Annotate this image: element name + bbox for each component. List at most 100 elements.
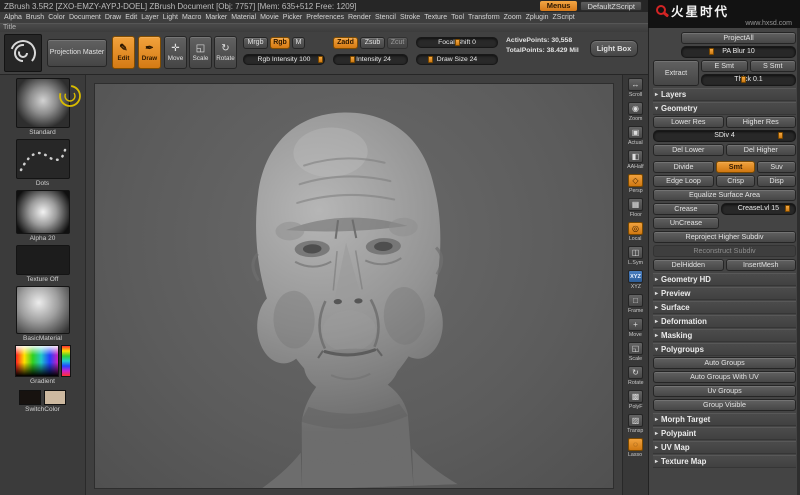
- slider-notch[interactable]: [709, 48, 715, 55]
- section-header[interactable]: ▸ Deformation: [653, 315, 796, 328]
- right-shelf-item[interactable]: ▨ Transp: [624, 414, 648, 438]
- smt-toggle[interactable]: Smt: [716, 161, 756, 173]
- right-shelf-item[interactable]: XYZ XYZ: [624, 270, 648, 294]
- hue-strip[interactable]: [60, 345, 71, 377]
- right-shelf-item[interactable]: ↻ Rotate: [624, 366, 648, 390]
- menu-item[interactable]: Layer: [139, 14, 161, 21]
- del-hidden-button[interactable]: DelHidden: [653, 259, 724, 271]
- s-smt-button[interactable]: S Smt: [749, 60, 796, 72]
- color-picker[interactable]: [14, 345, 71, 377]
- texture-picker[interactable]: [15, 245, 70, 275]
- project-all-button[interactable]: ProjectAll: [681, 32, 796, 44]
- stroke-picker[interactable]: [15, 139, 70, 179]
- right-shelf-item[interactable]: ▦ Floor: [624, 198, 648, 222]
- menu-item[interactable]: Transform: [466, 14, 502, 21]
- scale-button[interactable]: ◱ Scale: [189, 36, 212, 69]
- right-shelf-item[interactable]: ↔ Scroll: [624, 78, 648, 102]
- zsub-button[interactable]: Zsub: [360, 37, 385, 49]
- section-layers[interactable]: ▸ Layers: [653, 88, 796, 101]
- equalize-surface-area-button[interactable]: Equalize Surface Area: [653, 189, 796, 201]
- material-picker[interactable]: [15, 286, 70, 334]
- polygroup-button[interactable]: Auto Groups With UV: [653, 371, 796, 383]
- section-header[interactable]: ▸ Geometry HD: [653, 273, 796, 286]
- divide-button[interactable]: Divide: [653, 161, 715, 173]
- menu-item[interactable]: Alpha: [2, 14, 24, 21]
- right-shelf-item[interactable]: □ Frame: [624, 294, 648, 318]
- m-button[interactable]: M: [292, 37, 305, 49]
- right-shelf-item[interactable]: + Move: [624, 318, 648, 342]
- slider-notch[interactable]: [741, 76, 747, 83]
- sculpted-head[interactable]: [186, 91, 509, 489]
- menu-item[interactable]: Movie: [258, 14, 281, 21]
- right-shelf-item[interactable]: ◎ Local: [624, 222, 648, 246]
- menu-item[interactable]: Texture: [422, 14, 449, 21]
- menu-item[interactable]: Marker: [203, 14, 229, 21]
- zcut-button[interactable]: Zcut: [387, 37, 408, 49]
- extract-button[interactable]: Extract: [653, 60, 699, 86]
- menu-item[interactable]: Stencil: [373, 14, 398, 21]
- del-higher-button[interactable]: Del Higher: [725, 144, 796, 156]
- z-intensity-slider[interactable]: Z Intensity 24: [333, 54, 408, 65]
- suv-toggle[interactable]: Suv: [757, 161, 796, 173]
- move-button[interactable]: ✛ Move: [164, 36, 187, 69]
- projection-master-button[interactable]: Projection Master: [47, 39, 107, 67]
- crease-lvl-slider[interactable]: CreaseLvl 15: [720, 203, 796, 215]
- polygroup-button[interactable]: Auto Groups: [653, 357, 796, 369]
- slider-notch[interactable]: [317, 56, 323, 63]
- menu-item[interactable]: Light: [161, 14, 180, 21]
- document-canvas[interactable]: [94, 83, 614, 489]
- section-header[interactable]: ▸ Polypaint: [653, 427, 796, 440]
- menu-item[interactable]: Zoom: [502, 14, 524, 21]
- slider-notch[interactable]: [455, 39, 461, 46]
- menu-item[interactable]: Tool: [449, 14, 466, 21]
- switch-color-label[interactable]: SwitchColor: [25, 406, 60, 414]
- higher-res-button[interactable]: Higher Res: [725, 116, 796, 128]
- menu-item[interactable]: Draw: [103, 14, 123, 21]
- right-shelf-item[interactable]: ▩ PolyF: [624, 390, 648, 414]
- disp-toggle[interactable]: Disp: [757, 175, 796, 187]
- alpha-picker[interactable]: [15, 190, 70, 234]
- thick-slider[interactable]: Thick 0.1: [701, 74, 796, 86]
- slider-notch[interactable]: [778, 132, 784, 139]
- pa-blur-slider[interactable]: PA Blur 10: [681, 46, 796, 58]
- section-geometry[interactable]: ▾ Geometry: [653, 102, 796, 115]
- e-smt-button[interactable]: E Smt: [701, 60, 748, 72]
- del-lower-button[interactable]: Del Lower: [653, 144, 724, 156]
- right-shelf-item[interactable]: ▣ Actual: [624, 126, 648, 150]
- slider-notch[interactable]: [785, 205, 791, 212]
- section-header[interactable]: ▸ Masking: [653, 329, 796, 342]
- focal-shift-slider[interactable]: Focal Shift 0: [416, 37, 498, 48]
- draw-button[interactable]: ✒ Draw: [138, 36, 161, 69]
- reconstruct-subdiv-button[interactable]: Reconstruct Subdiv: [653, 245, 796, 257]
- right-shelf-item[interactable]: ◱ Scale: [624, 342, 648, 366]
- lower-res-button[interactable]: Lower Res: [653, 116, 724, 128]
- edit-button[interactable]: ✎ Edit: [112, 36, 135, 69]
- menu-item[interactable]: Macro: [180, 14, 203, 21]
- menu-item[interactable]: Color: [46, 14, 67, 21]
- right-shelf-item[interactable]: ◫ L.Sym: [624, 246, 648, 270]
- mrgb-button[interactable]: Mrgb: [243, 37, 268, 49]
- section-header[interactable]: ▸ Morph Target: [653, 413, 796, 426]
- menu-item[interactable]: Brush: [24, 14, 46, 21]
- menu-item[interactable]: ZScript: [551, 14, 577, 21]
- polygroup-button[interactable]: Group Visible: [653, 399, 796, 411]
- menus-button[interactable]: Menus: [539, 1, 578, 11]
- default-zscript-button[interactable]: DefaultZScript: [580, 1, 642, 11]
- section-header[interactable]: ▸ Texture Map: [653, 455, 796, 468]
- menu-item[interactable]: Stroke: [398, 14, 422, 21]
- crease-button[interactable]: Crease: [653, 203, 719, 215]
- secondary-color-swatch[interactable]: [44, 390, 66, 405]
- menu-item[interactable]: Render: [346, 14, 373, 21]
- section-header[interactable]: ▸ Preview: [653, 287, 796, 300]
- menu-item[interactable]: Material: [229, 14, 258, 21]
- right-shelf-item[interactable]: ◇ Persp: [624, 174, 648, 198]
- zadd-button[interactable]: Zadd: [333, 37, 358, 49]
- reproject-higher-subdiv-button[interactable]: Reproject Higher Subdiv: [653, 231, 796, 243]
- draw-size-slider[interactable]: Draw Size 24: [416, 54, 498, 65]
- main-color-swatch[interactable]: [19, 390, 41, 405]
- sdiv-slider[interactable]: SDiv 4: [653, 130, 796, 142]
- menu-item[interactable]: Edit: [123, 14, 139, 21]
- menu-item[interactable]: Zplugin: [524, 14, 551, 21]
- right-shelf-item[interactable]: ◉ Zoom: [624, 102, 648, 126]
- right-shelf-item[interactable]: ◌ Lasso: [624, 438, 648, 462]
